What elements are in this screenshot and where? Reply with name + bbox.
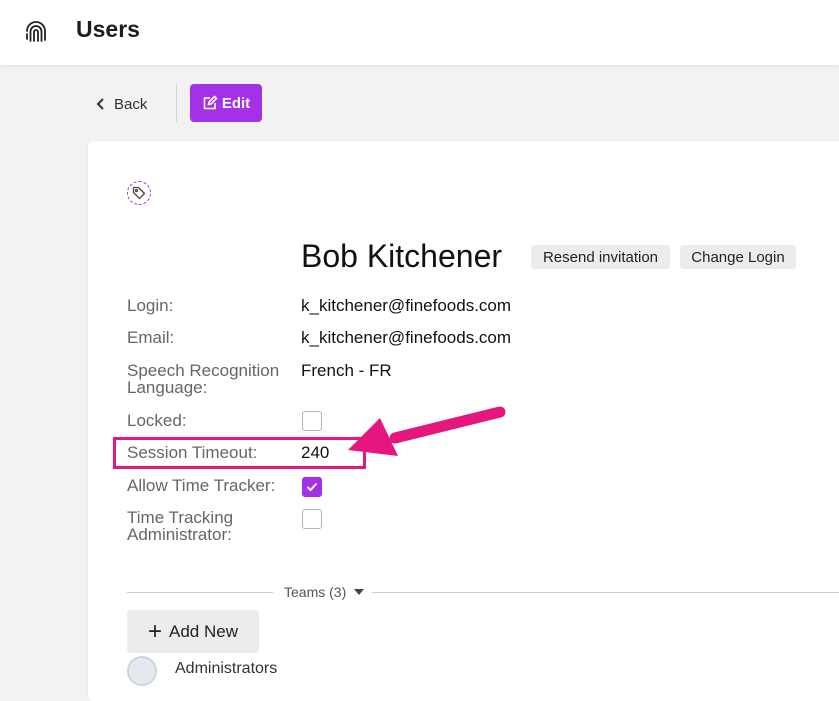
teams-divider-right	[372, 592, 839, 593]
login-value: k_kitchener@finefoods.com	[301, 296, 512, 315]
login-label: Login:	[127, 296, 174, 315]
resend-invitation-button[interactable]: Resend invitation	[531, 245, 670, 269]
top-bar: Users	[0, 0, 839, 65]
tag-icon[interactable]	[127, 181, 151, 205]
callout-arrow-icon	[348, 406, 506, 456]
speech-language-label: Speech Recognition Language:	[127, 361, 280, 397]
back-button[interactable]: Back	[96, 92, 147, 116]
edit-button[interactable]: Edit	[190, 84, 262, 122]
add-new-team-button[interactable]: + Add New	[127, 610, 259, 653]
time-tracking-admin-label: Time Tracking Administrator:	[127, 508, 234, 544]
toolbar-divider	[176, 84, 177, 122]
allow-time-tracker-checkbox[interactable]	[302, 477, 322, 497]
teams-toggle[interactable]: Teams (3)	[284, 584, 365, 600]
team-name: Administrators	[175, 660, 278, 677]
avatar	[127, 656, 157, 686]
user-name: Bob Kitchener	[301, 238, 503, 274]
time-tracking-admin-checkbox[interactable]	[302, 509, 322, 529]
edit-icon	[203, 95, 218, 110]
speech-language-value: French - FR	[301, 361, 392, 380]
locked-checkbox[interactable]	[302, 411, 322, 431]
plus-icon: +	[148, 617, 163, 645]
chevron-left-icon	[96, 98, 104, 110]
page-title: Users	[76, 16, 140, 42]
back-label: Back	[114, 95, 148, 113]
locked-label: Locked:	[127, 411, 187, 430]
change-login-button[interactable]: Change Login	[680, 245, 796, 269]
add-new-label: Add New	[169, 621, 238, 641]
email-label: Email:	[127, 328, 175, 347]
checkmark-icon	[306, 482, 318, 492]
fingerprint-icon[interactable]	[22, 18, 50, 46]
edit-label: Edit	[221, 94, 251, 112]
email-value: k_kitchener@finefoods.com	[301, 328, 512, 347]
caret-down-icon	[354, 589, 365, 595]
highlight-box	[113, 437, 366, 469]
teams-label: Teams (3)	[284, 584, 347, 600]
teams-divider-left	[127, 592, 273, 593]
allow-time-tracker-label: Allow Time Tracker:	[127, 476, 276, 495]
